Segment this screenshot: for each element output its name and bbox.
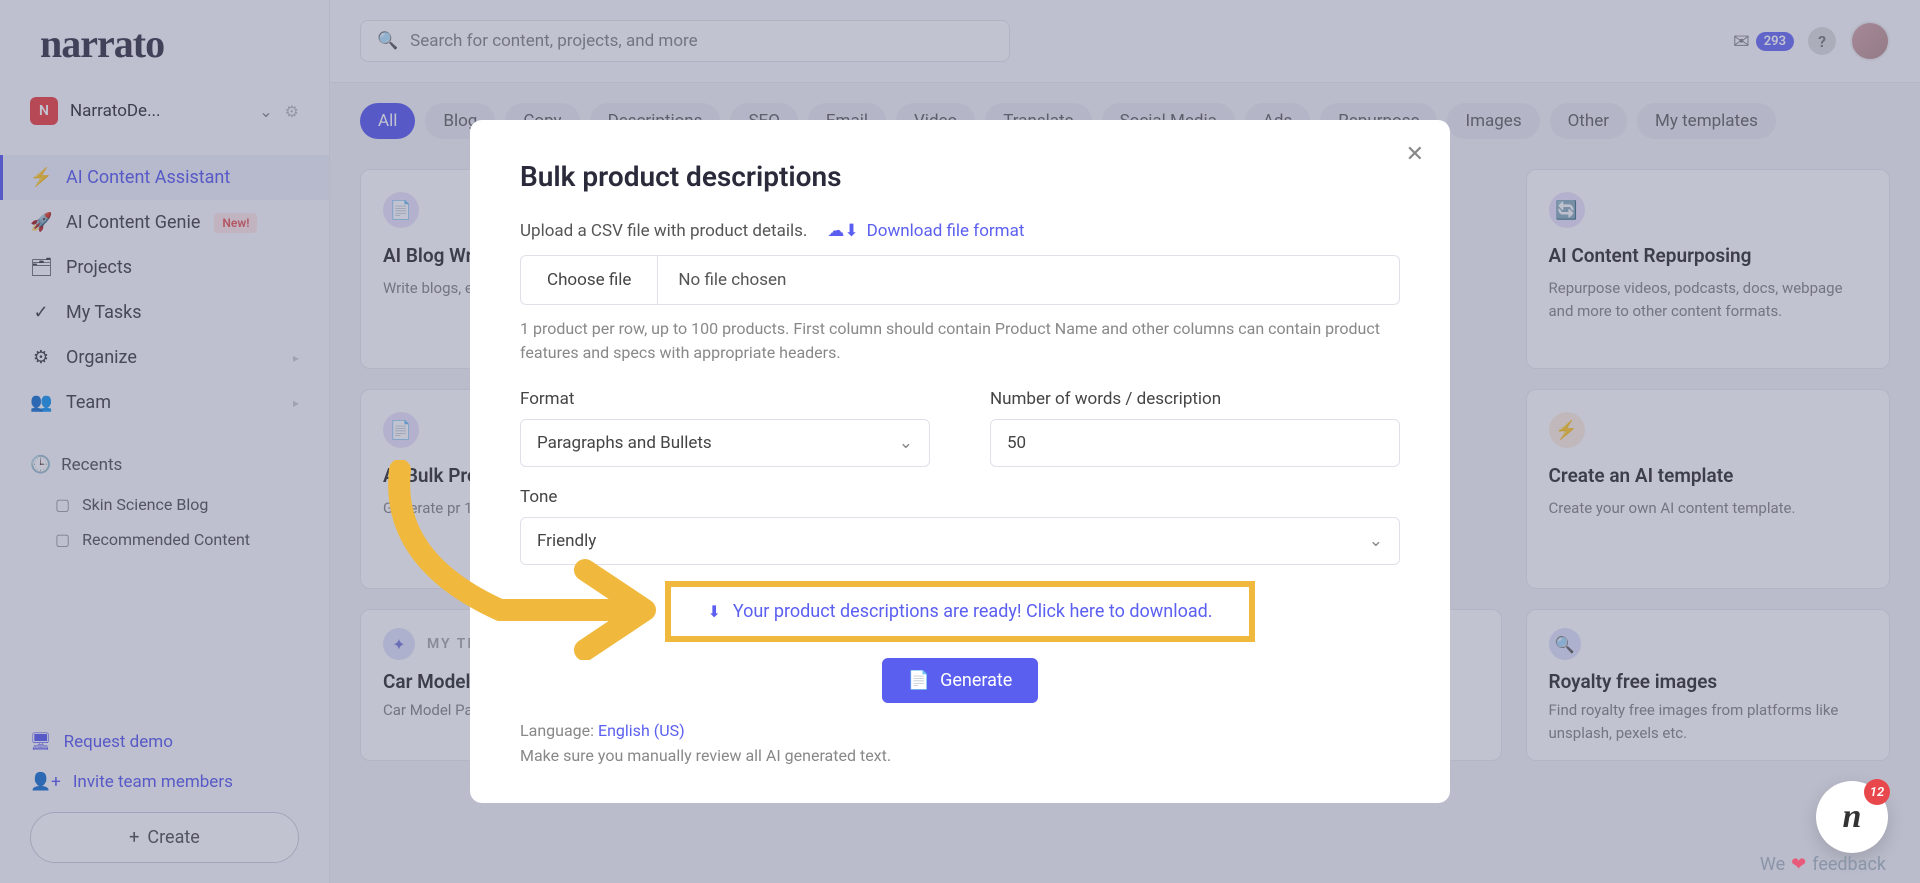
language-link[interactable]: English (US)	[598, 721, 685, 740]
feedback-prefix: We	[1760, 854, 1785, 875]
help-text: 1 product per row, up to 100 products. F…	[520, 317, 1400, 365]
words-value: 50	[1007, 433, 1026, 453]
cloud-download-icon: ☁⬇	[827, 221, 858, 241]
format-value: Paragraphs and Bullets	[537, 433, 712, 453]
tone-field: Tone Friendly ⌄	[520, 487, 1400, 565]
choose-file-button[interactable]: Choose file	[521, 256, 658, 304]
upload-label: Upload a CSV file with product details.	[520, 221, 807, 241]
tone-value: Friendly	[537, 531, 596, 551]
tone-label: Tone	[520, 487, 1400, 507]
words-input[interactable]: 50	[990, 419, 1400, 467]
words-label: Number of words / description	[990, 389, 1400, 409]
format-field: Format Paragraphs and Bullets ⌄	[520, 389, 930, 467]
heart-icon: ❤	[1791, 854, 1806, 875]
language-row: Language: English (US)	[520, 721, 1400, 740]
download-ready-link[interactable]: ⬇ Your product descriptions are ready! C…	[665, 581, 1255, 642]
chat-badge[interactable]: n 12	[1816, 781, 1888, 853]
close-icon[interactable]: ✕	[1406, 142, 1424, 167]
words-field: Number of words / description 50	[990, 389, 1400, 467]
chevron-down-icon: ⌄	[1369, 531, 1383, 551]
form-row: Format Paragraphs and Bullets ⌄ Number o…	[520, 389, 1400, 467]
feedback-link[interactable]: We ❤ feedback	[1760, 854, 1886, 875]
file-picker: Choose file No file chosen	[520, 255, 1400, 305]
chat-logo: n	[1843, 798, 1862, 836]
file-icon: 📄	[908, 670, 930, 691]
feedback-suffix: feedback	[1812, 854, 1886, 875]
generate-label: Generate	[940, 670, 1012, 691]
upload-row: Upload a CSV file with product details. …	[520, 221, 1400, 241]
bulk-descriptions-modal: ✕ Bulk product descriptions Upload a CSV…	[470, 120, 1450, 803]
format-select[interactable]: Paragraphs and Bullets ⌄	[520, 419, 930, 467]
tone-select[interactable]: Friendly ⌄	[520, 517, 1400, 565]
language-prefix: Language:	[520, 721, 598, 740]
download-icon: ⬇	[707, 602, 720, 621]
chevron-down-icon: ⌄	[899, 433, 913, 453]
format-label: Format	[520, 389, 930, 409]
download-link-label: Download file format	[867, 221, 1025, 241]
ready-text: Your product descriptions are ready! Cli…	[733, 601, 1213, 622]
chat-notification-count: 12	[1864, 779, 1890, 805]
review-note: Make sure you manually review all AI gen…	[520, 746, 1400, 765]
modal-title: Bulk product descriptions	[520, 160, 1400, 193]
file-status: No file chosen	[658, 256, 1399, 304]
generate-button[interactable]: 📄 Generate	[882, 658, 1039, 703]
modal-overlay[interactable]: ✕ Bulk product descriptions Upload a CSV…	[0, 0, 1920, 883]
download-format-link[interactable]: ☁⬇ Download file format	[827, 221, 1024, 241]
